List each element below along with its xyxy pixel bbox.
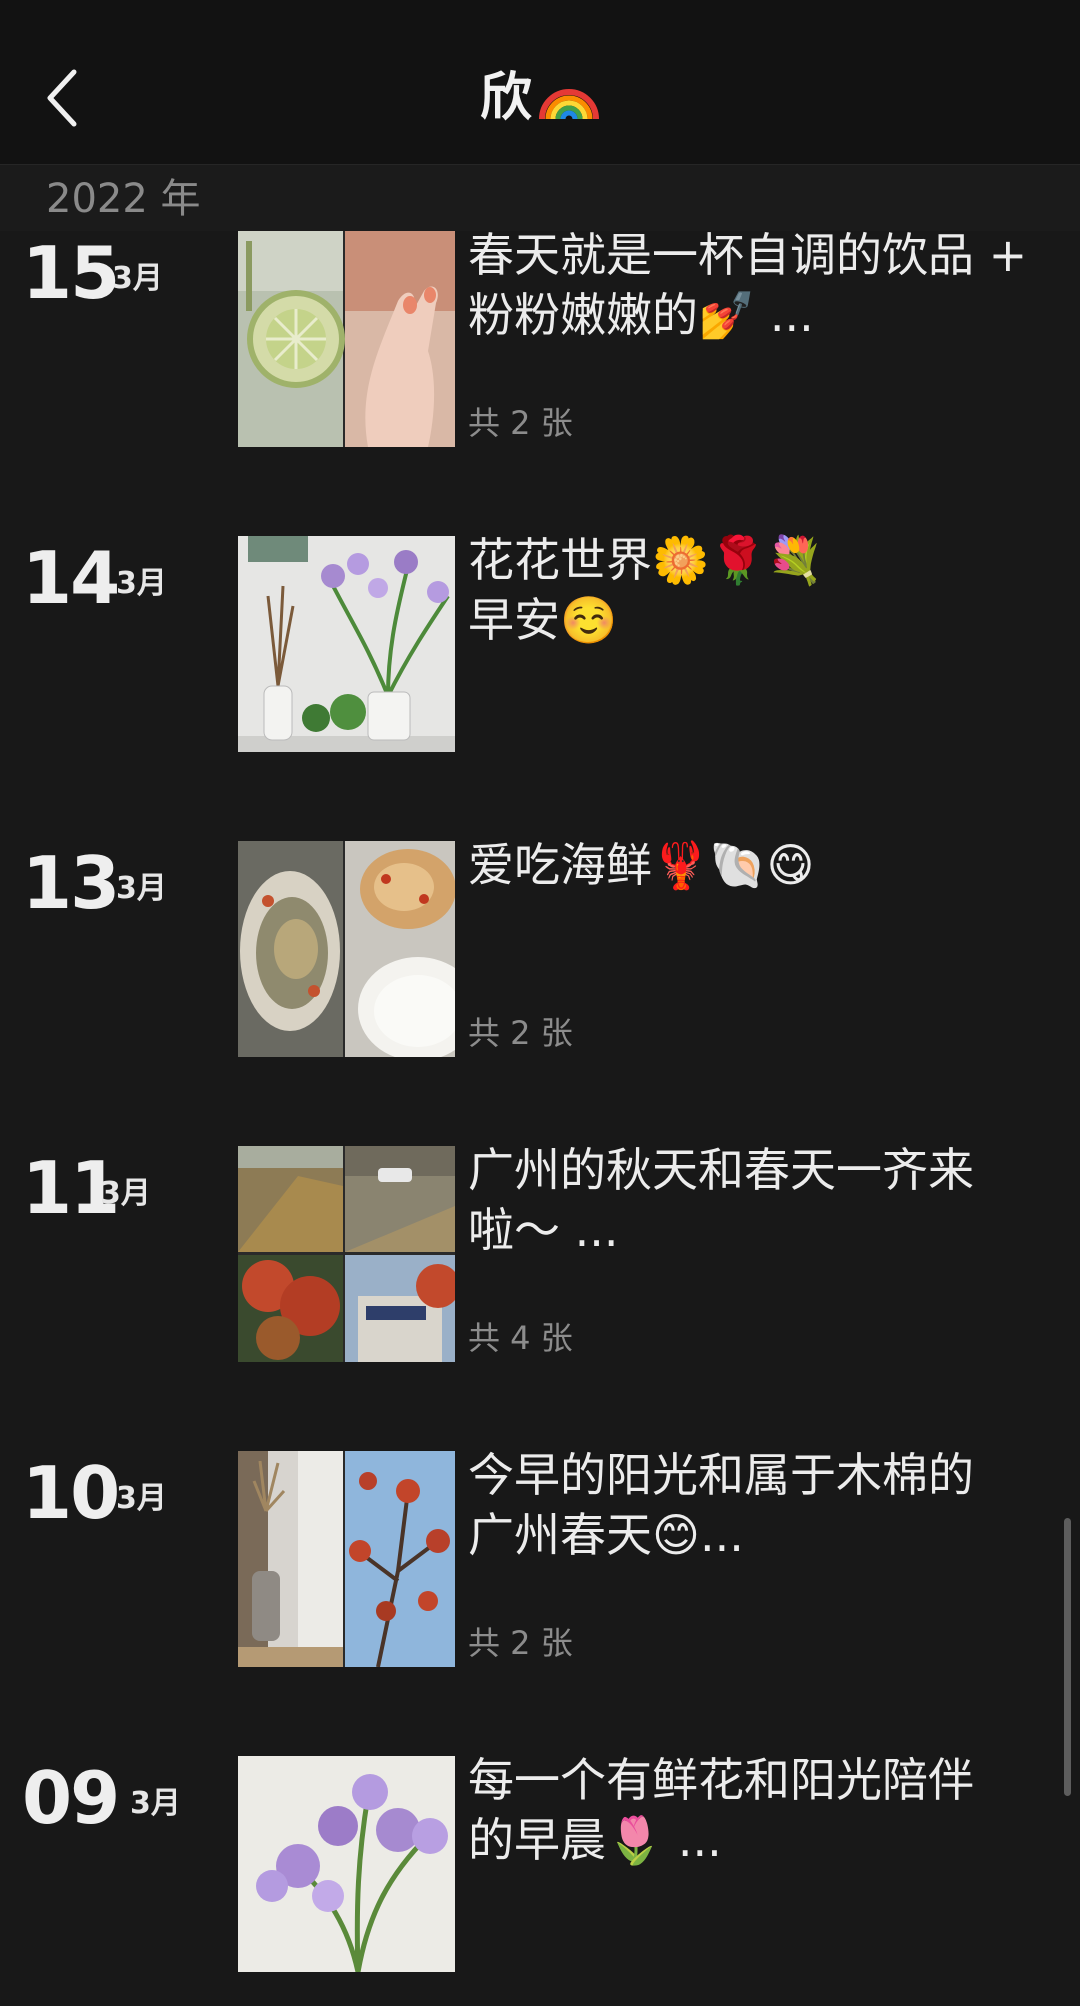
entry-month: 3月 (116, 871, 167, 906)
entry-day: 15 (22, 231, 120, 315)
autumn-spring-collage (238, 1146, 455, 1362)
entry-caption: 广州的秋天和春天一齐来 啦～ ... (468, 1143, 974, 1257)
entry-caption: 今早的阳光和属于木棉的 广州春天😊... (468, 1448, 974, 1562)
photo-count: 共 4 张 (468, 1319, 573, 1357)
entry-thumbnail[interactable] (238, 841, 455, 1057)
seafood-photo (238, 841, 455, 1057)
entry-month: 3月 (112, 261, 163, 296)
entry-month: 3月 (100, 1176, 151, 1211)
page-title: 欣 (0, 64, 1080, 138)
entry-thumbnail[interactable] (238, 1451, 455, 1667)
list-item[interactable]: 09 3月 每一个有鲜花和阳光陪伴 的早晨🌷 ... (0, 1753, 1080, 1972)
entry-caption: 春天就是一杯自调的饮品 + 粉粉嫩嫩的💅 ... (468, 228, 1028, 342)
list-item[interactable]: 10 3月 今早的阳光和属于木棉的 广州春天😊... 共 2 张 (0, 1448, 1080, 1667)
sunlight-kapok-photo (238, 1451, 455, 1667)
list-item[interactable]: 13 3月 爱吃海鲜🦞� (0, 838, 1080, 1057)
nav-header: 欣 (0, 0, 1080, 165)
entry-thumbnail[interactable] (238, 231, 455, 447)
scrollbar-thumb[interactable] (1064, 1518, 1071, 1796)
entry-month: 3月 (116, 566, 167, 601)
freesia-flowers-photo (238, 1756, 455, 1972)
entry-thumbnail[interactable] (238, 1146, 455, 1362)
drink-and-nails-photo (238, 231, 455, 447)
photo-count: 共 2 张 (468, 1624, 573, 1662)
list-item[interactable]: 11 3月 广州的秋天和春天一齐来 啦～ ... 共 4 张 (0, 1143, 1080, 1362)
entry-caption: 爱吃海鲜🦞🐚😋 (468, 838, 815, 892)
flowers-vase-photo (238, 536, 455, 752)
entry-day: 09 (22, 1756, 120, 1840)
moments-feed[interactable]: 15 3月 春天就是一杯自调的饮品 + 粉粉嫩嫩的💅 ... 共 2 张 14 … (0, 0, 1080, 2006)
entry-month: 3月 (116, 1481, 167, 1516)
entry-month: 3月 (130, 1786, 181, 1821)
entry-thumbnail[interactable] (238, 536, 455, 752)
entry-caption: 花花世界🌼🌹💐 早安☺️ (468, 533, 824, 647)
entry-day: 10 (22, 1451, 120, 1535)
entry-caption: 每一个有鲜花和阳光陪伴 的早晨🌷 ... (468, 1753, 974, 1867)
page-title-text: 欣 (479, 68, 532, 128)
photo-count: 共 2 张 (468, 1014, 573, 1052)
rainbow-icon (538, 65, 600, 138)
app-screen: 15 3月 春天就是一杯自调的饮品 + 粉粉嫩嫩的💅 ... 共 2 张 14 … (0, 0, 1080, 2006)
year-section-header: 2022 年 (0, 165, 1080, 231)
year-label: 2022 年 (46, 176, 201, 222)
entry-day: 13 (22, 841, 120, 925)
entry-day: 14 (22, 536, 120, 620)
entry-thumbnail[interactable] (238, 1756, 455, 1972)
list-item[interactable]: 14 3月 花花世界🌼🌹💐 早安☺️ (0, 533, 1080, 752)
photo-count: 共 2 张 (468, 404, 573, 442)
list-item[interactable]: 15 3月 春天就是一杯自调的饮品 + 粉粉嫩嫩的💅 ... 共 2 张 (0, 228, 1080, 447)
